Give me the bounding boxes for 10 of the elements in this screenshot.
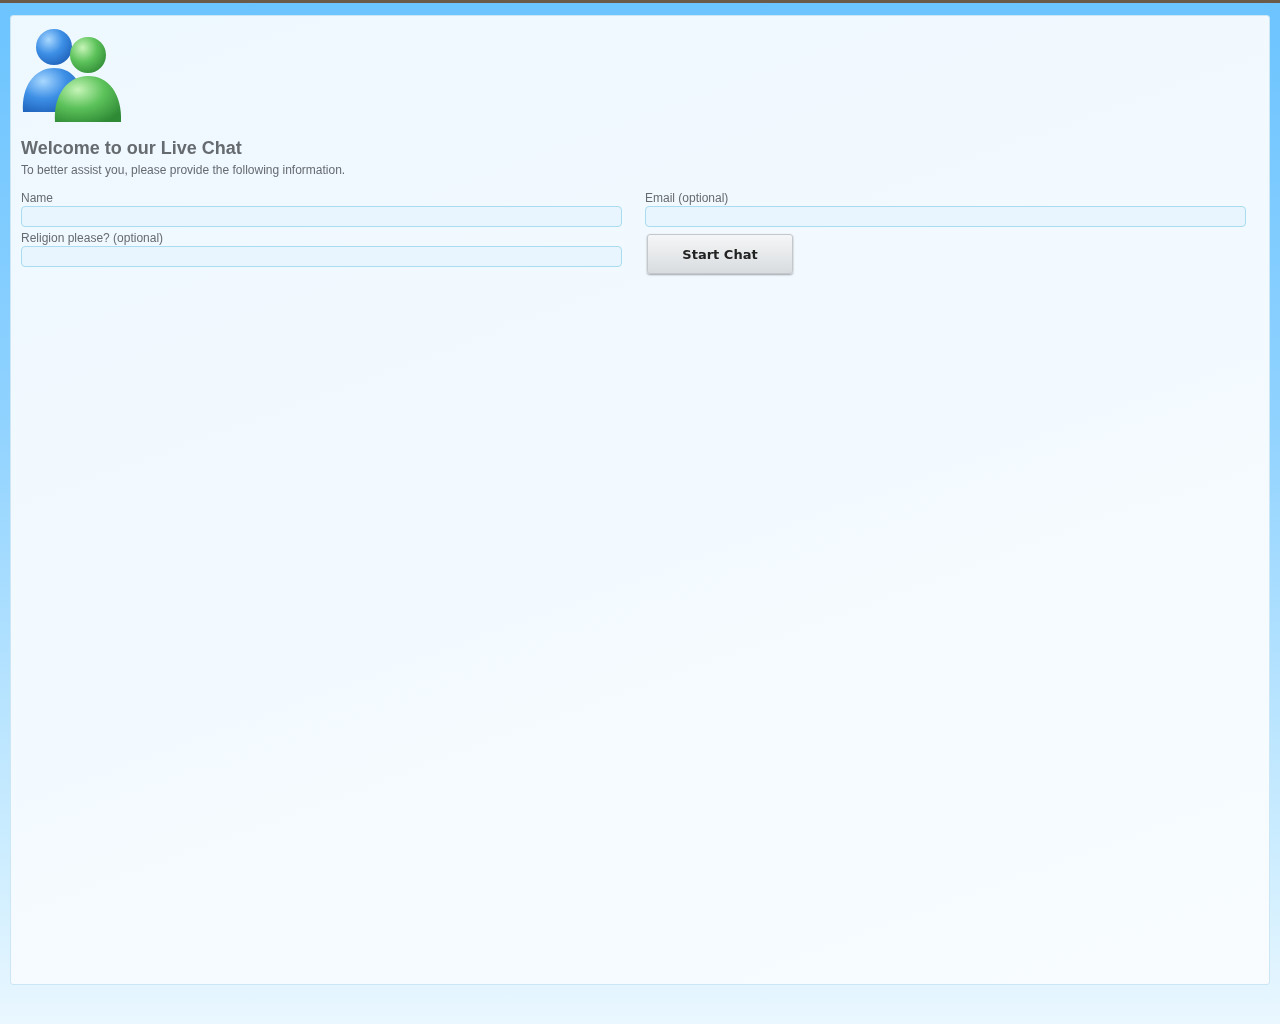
field-label: Name xyxy=(21,191,54,206)
field-label: Email (optional) xyxy=(645,191,730,206)
form-subtitle: To better assist you, please provide the following information. xyxy=(21,163,347,177)
input-field[interactable] xyxy=(645,206,1246,227)
two-people-icon xyxy=(21,28,123,124)
field-label: Religion please? (optional) xyxy=(21,231,165,246)
input-field[interactable] xyxy=(21,206,622,227)
form-heading: Welcome to our Live Chat xyxy=(21,138,243,159)
input-field[interactable] xyxy=(21,246,622,267)
start-chat-button[interactable]: Start Chat xyxy=(647,234,793,274)
